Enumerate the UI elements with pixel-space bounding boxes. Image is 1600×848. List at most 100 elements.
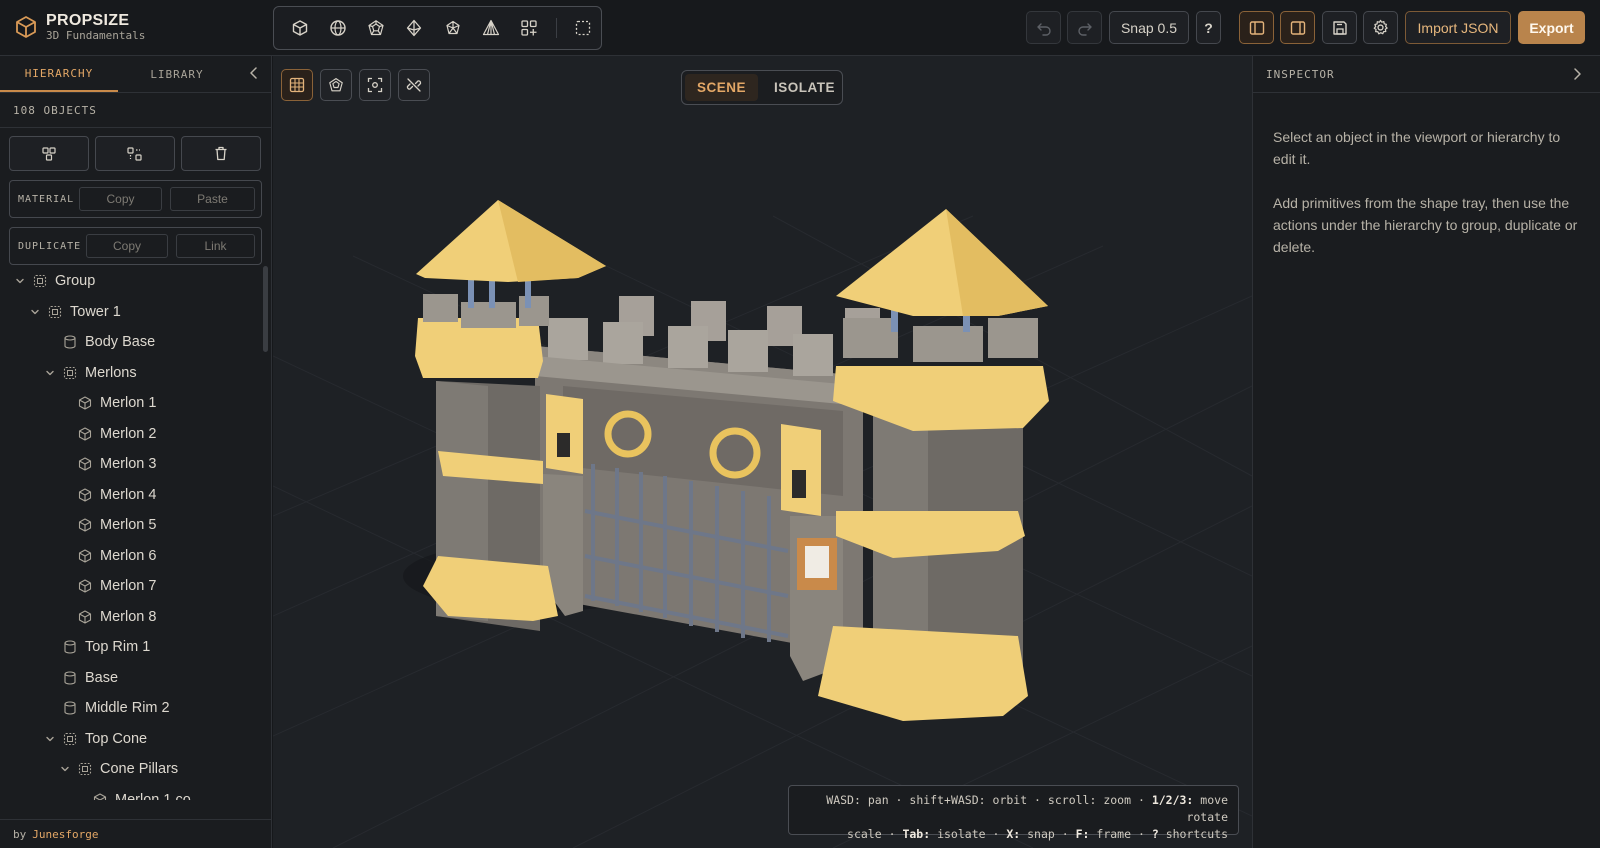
shortcut-key: F: bbox=[1075, 827, 1090, 841]
chevron-down-icon[interactable] bbox=[58, 764, 72, 774]
grid-icon bbox=[289, 77, 305, 93]
export-button[interactable]: Export bbox=[1518, 11, 1585, 44]
snap-button[interactable]: Snap 0.5 bbox=[1109, 11, 1189, 44]
settings-button[interactable] bbox=[1363, 11, 1398, 44]
tree-item[interactable]: Merlon 8 bbox=[0, 602, 262, 633]
add-custom-icon[interactable] bbox=[512, 10, 547, 46]
shortcut-key: 1/2/3: bbox=[1151, 793, 1194, 807]
shortcut-key: shift+WASD: bbox=[909, 793, 986, 807]
pentagon-prism-icon[interactable] bbox=[435, 10, 470, 46]
cube-logo-icon bbox=[16, 16, 36, 38]
tree-item[interactable]: Cone Pillars bbox=[0, 754, 262, 785]
sphere-icon[interactable] bbox=[320, 10, 355, 46]
pyramid-icon[interactable] bbox=[473, 10, 508, 46]
import-json-button[interactable]: Import JSON bbox=[1405, 11, 1511, 44]
dodecahedron-icon[interactable] bbox=[359, 10, 394, 46]
shortcut-hint-line-2: scale · Tab: isolate · X: snap · F: fram… bbox=[799, 826, 1228, 843]
tree-item[interactable]: Merlon 7 bbox=[0, 571, 262, 602]
redo-button[interactable] bbox=[1067, 11, 1102, 44]
inspector-empty-state: Select an object in the viewport or hier… bbox=[1253, 93, 1600, 258]
group-button[interactable] bbox=[9, 136, 89, 171]
chevron-down-icon[interactable] bbox=[43, 368, 57, 378]
material-row: MATERIAL Copy Paste bbox=[9, 180, 262, 218]
tree-item[interactable]: Merlons bbox=[0, 358, 262, 389]
group-icon bbox=[48, 305, 62, 319]
duplicate-copy-button[interactable]: Copy bbox=[86, 234, 168, 258]
castle-gate-model bbox=[415, 200, 1049, 721]
shortcut-key: scale · bbox=[847, 827, 896, 841]
inspector-hint-add: Add primitives from the shape tray, then… bbox=[1273, 195, 1578, 255]
tree-item[interactable]: Top Cone bbox=[0, 724, 262, 755]
group-select-icon[interactable] bbox=[566, 10, 601, 46]
unlink-button[interactable] bbox=[398, 69, 430, 101]
scene-mode-button[interactable]: SCENE bbox=[685, 74, 759, 101]
scene-canvas[interactable] bbox=[273, 56, 1252, 848]
chevron-down-icon[interactable] bbox=[43, 734, 57, 744]
ungroup-icon bbox=[127, 146, 142, 161]
diamond-icon[interactable] bbox=[397, 10, 432, 46]
isolate-mode-button[interactable]: ISOLATE bbox=[762, 74, 847, 101]
tree-item[interactable]: Group bbox=[0, 266, 262, 297]
tree-item[interactable]: Merlon 2 bbox=[0, 419, 262, 450]
hierarchy-panel: HIERARCHY LIBRARY 108 OBJECTS MATERIAL C… bbox=[0, 56, 272, 848]
tree-item-label: Top Cone bbox=[85, 730, 148, 747]
tree-item[interactable]: Merlon 3 bbox=[0, 449, 262, 480]
undo-button[interactable] bbox=[1026, 11, 1061, 44]
chevron-down-icon[interactable] bbox=[13, 276, 27, 286]
tree-item[interactable]: Middle Rim 2 bbox=[0, 693, 262, 724]
save-button[interactable] bbox=[1322, 11, 1357, 44]
chevron-down-icon[interactable] bbox=[28, 307, 42, 317]
top-bar: PROPSIZE 3D Fundamentals Snap 0.5 ? Impo… bbox=[0, 0, 1600, 56]
cube-icon bbox=[78, 396, 92, 410]
tree-item[interactable]: Tower 1 bbox=[0, 297, 262, 328]
inspector-header: INSPECTOR bbox=[1253, 56, 1600, 93]
delete-button[interactable] bbox=[181, 136, 261, 171]
unlink-icon bbox=[406, 78, 422, 92]
cube-icon[interactable] bbox=[282, 10, 317, 46]
tree-scrollbar[interactable] bbox=[263, 266, 268, 352]
tree-item[interactable]: Merlon 1 co... bbox=[0, 785, 262, 800]
collapse-inspector-button[interactable] bbox=[1570, 67, 1584, 84]
material-paste-button[interactable]: Paste bbox=[170, 187, 255, 211]
grid-toggle-button[interactable] bbox=[281, 69, 313, 101]
shortcut-action: orbit · bbox=[992, 793, 1041, 807]
ungroup-button[interactable] bbox=[95, 136, 175, 171]
cube-icon bbox=[78, 427, 92, 441]
shape-mode-button[interactable] bbox=[320, 69, 352, 101]
tree-item[interactable]: Body Base bbox=[0, 327, 262, 358]
tree-item[interactable]: Merlon 5 bbox=[0, 510, 262, 541]
tree-item[interactable]: Merlon 4 bbox=[0, 480, 262, 511]
material-label: MATERIAL bbox=[18, 193, 75, 205]
shortcut-action: zoom · bbox=[1103, 793, 1145, 807]
tray-divider bbox=[555, 18, 557, 38]
author-link[interactable]: Junesforge bbox=[32, 828, 98, 841]
3d-viewport[interactable]: SCENE ISOLATE WASD: pan · shift+WASD: or… bbox=[273, 56, 1252, 848]
toggle-left-panel-button[interactable] bbox=[1239, 11, 1274, 44]
toggle-right-panel-button[interactable] bbox=[1280, 11, 1315, 44]
tree-item[interactable]: Merlon 6 bbox=[0, 541, 262, 572]
undo-icon bbox=[1036, 22, 1051, 36]
tree-item[interactable]: Top Rim 1 bbox=[0, 632, 262, 663]
help-button[interactable]: ? bbox=[1196, 11, 1221, 44]
tree-item-label: Top Rim 1 bbox=[85, 639, 151, 656]
duplicate-link-button[interactable]: Link bbox=[176, 234, 255, 258]
chevron-left-icon bbox=[250, 67, 257, 79]
panel-tabs: HIERARCHY LIBRARY bbox=[0, 56, 271, 93]
tree-item-label: Tower 1 bbox=[70, 303, 121, 320]
tree-item[interactable]: Merlon 1 bbox=[0, 388, 262, 419]
tab-hierarchy[interactable]: HIERARCHY bbox=[0, 56, 118, 92]
frame-selection-button[interactable] bbox=[359, 69, 391, 101]
inspector-hint-select: Select an object in the viewport or hier… bbox=[1273, 129, 1561, 167]
view-mode-switch: SCENE ISOLATE bbox=[681, 70, 843, 105]
tree-item[interactable]: Base bbox=[0, 663, 262, 694]
tree-item-label: Middle Rim 2 bbox=[85, 700, 170, 717]
shortcut-hint-line-1: WASD: pan · shift+WASD: orbit · scroll: … bbox=[799, 792, 1228, 826]
focus-frame-icon bbox=[367, 77, 383, 93]
shortcut-key: ? bbox=[1151, 827, 1159, 841]
collapse-panel-button[interactable] bbox=[247, 66, 261, 83]
tree-item-label: Merlon 5 bbox=[100, 517, 157, 534]
material-copy-button[interactable]: Copy bbox=[79, 187, 162, 211]
cube-icon bbox=[78, 457, 92, 471]
tab-library[interactable]: LIBRARY bbox=[118, 56, 236, 92]
hierarchy-actions bbox=[9, 136, 261, 171]
